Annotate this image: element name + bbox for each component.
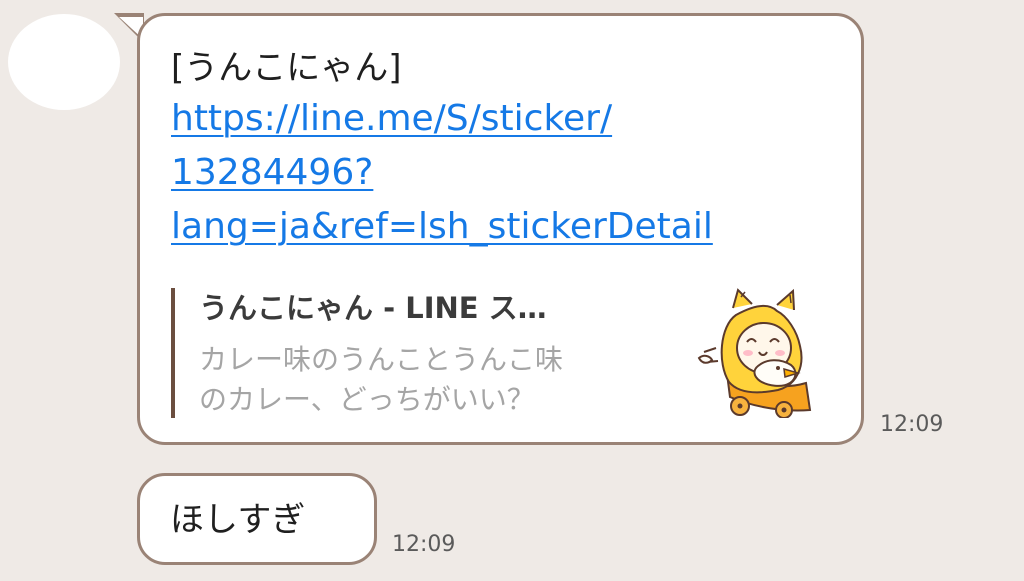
sticker-character-icon <box>697 288 812 418</box>
message-time: 12:09 <box>880 412 944 437</box>
preview-description-line-2: のカレー、どっちがいい？ <box>199 383 535 416</box>
message-content: [うんこにゃん] https://line.me/S/sticker/ 1328… <box>171 44 841 254</box>
preview-title: うんこにゃん - LINE ス… <box>199 291 547 325</box>
message-text: ほしすぎ <box>170 500 306 540</box>
sticker-link-line-2[interactable]: 13284496? <box>171 146 841 200</box>
sticker-link-line-1[interactable]: https://line.me/S/sticker/ <box>171 92 841 146</box>
sender-avatar[interactable] <box>8 14 120 110</box>
message-bubble-text[interactable]: ほしすぎ <box>137 473 377 565</box>
sticker-motion-lines <box>697 347 719 364</box>
sticker-link-line-3[interactable]: lang=ja&ref=lsh_stickerDetail <box>171 200 841 254</box>
message-bubble-link-preview[interactable]: [うんこにゃん] https://line.me/S/sticker/ 1328… <box>137 13 864 445</box>
preview-accent-bar <box>171 288 175 418</box>
link-preview-card[interactable]: うんこにゃん - LINE ス… カレー味のうんことうんこ味 のカレー、どっちが… <box>171 286 831 418</box>
preview-description-line-1: カレー味のうんことうんこ味 <box>199 343 564 376</box>
message-sticker-name: [うんこにゃん] <box>171 48 402 88</box>
message-time: 12:09 <box>392 532 456 557</box>
preview-description: カレー味のうんことうんこ味 のカレー、どっちがいい？ <box>199 340 669 420</box>
